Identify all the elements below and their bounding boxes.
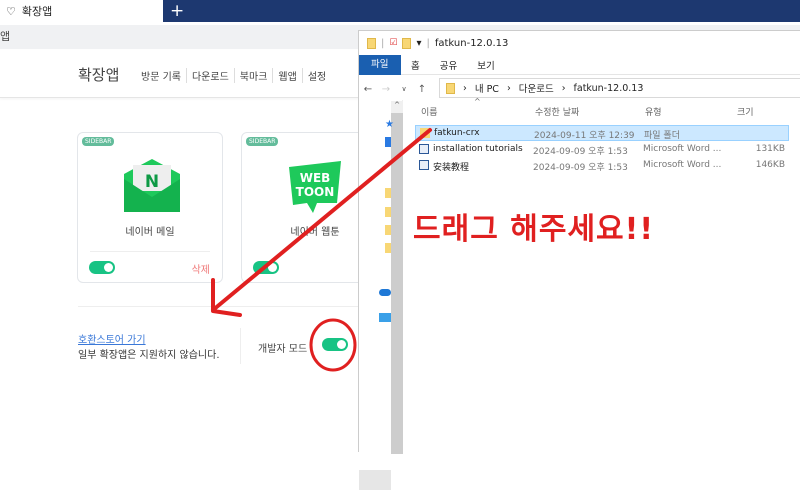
page-title: 확장앱 (78, 66, 120, 84)
file-date: 2024-09-11 오후 12:39 (534, 131, 635, 141)
file-name: fatkun-crx (434, 128, 480, 138)
tab-title: 확장앱 (21, 5, 53, 18)
breadcrumb[interactable]: › 내 PC › 다운로드 › fatkun-12.0.13 (439, 78, 800, 98)
nav-settings[interactable]: 설정 (301, 68, 331, 83)
file-date: 2024-09-09 오후 1:53 (533, 147, 628, 157)
extension-card: SIDEBAR WEB TOON 네이버 웹툰 (241, 132, 371, 283)
svg-text:WEB: WEB (300, 171, 331, 185)
folder-icon[interactable] (385, 243, 391, 253)
naver-webtoon-logo: WEB TOON (289, 161, 341, 213)
header-nav: 방문 기록 다운로드 북마크 웹앱 설정 (141, 68, 331, 83)
nav-webapps[interactable]: 웹앱 (272, 68, 301, 83)
ribbon-tab-home[interactable]: 홈 (401, 58, 430, 72)
ribbon-tabs: 파일 홈 공유 보기 (359, 54, 800, 75)
page-header: 확장앱 방문 기록 다운로드 북마크 웹앱 설정 (0, 50, 360, 98)
naver-mail-logo: N (124, 159, 180, 212)
folder-icon (446, 82, 455, 94)
forward-icon[interactable]: → (377, 84, 395, 95)
nav-history[interactable]: 방문 기록 (141, 68, 186, 83)
extension-card: SIDEBAR N 네이버 메일 삭제 (77, 132, 223, 283)
ribbon-tab-view[interactable]: 보기 (467, 58, 504, 72)
extension-icon: ♡ (6, 4, 16, 18)
column-date[interactable]: 수정한 날짜 (535, 105, 579, 118)
drag-instruction-annotation: 드래그 해주세요!! (413, 212, 655, 247)
file-date: 2024-09-09 오후 1:53 (533, 163, 628, 173)
word-doc-icon (419, 144, 429, 154)
quick-access-icon[interactable]: ★ (385, 119, 394, 130)
sidebar-badge: SIDEBAR (82, 137, 115, 146)
folder-icon (367, 37, 376, 49)
file-type: Microsoft Word ... (643, 144, 722, 154)
properties-icon[interactable]: ☑ (389, 38, 397, 48)
folder-icon[interactable] (385, 225, 391, 235)
file-row[interactable]: fatkun-crx 2024-09-11 오후 12:39 파일 폴더 (415, 125, 789, 141)
column-name[interactable]: 이름 (421, 105, 438, 118)
divider (90, 251, 210, 252)
new-tab-button[interactable]: + (170, 1, 184, 21)
extension-toggle[interactable] (253, 261, 279, 274)
svg-text:TOON: TOON (296, 185, 335, 199)
new-folder-icon[interactable] (402, 37, 412, 49)
back-icon[interactable]: ← (359, 84, 377, 95)
onedrive-icon[interactable] (379, 289, 391, 296)
support-note: 일부 확장앱은 지원하지 않습니다. (78, 350, 220, 361)
divider (78, 306, 360, 307)
recent-icon[interactable]: ∨ (395, 85, 413, 93)
word-doc-icon (419, 160, 429, 170)
crumb-folder[interactable]: fatkun-12.0.13 (574, 83, 644, 94)
file-row[interactable]: 安装教程 2024-09-09 오후 1:53 Microsoft Word .… (415, 158, 789, 174)
store-link[interactable]: 호환스토어 가기 (78, 331, 146, 346)
this-pc-icon[interactable] (379, 313, 391, 322)
column-type[interactable]: 유형 (645, 105, 662, 118)
scroll-up-icon[interactable]: ^ (391, 101, 403, 113)
file-size: 131KB (755, 144, 785, 154)
nav-downloads[interactable]: 다운로드 (185, 68, 234, 83)
file-type: 파일 폴더 (644, 131, 680, 141)
folder-icon (420, 128, 430, 138)
crumb-pc[interactable]: 내 PC (475, 81, 499, 95)
ribbon-tab-share[interactable]: 공유 (430, 58, 467, 72)
pane-gray-block (359, 470, 391, 490)
browser-tab[interactable]: ♡ 확장앱 (0, 0, 163, 22)
ribbon-tab-file[interactable]: 파일 (359, 54, 401, 75)
drag-arrowhead (211, 278, 242, 317)
dev-mode-toggle[interactable] (322, 338, 348, 351)
file-size: 146KB (755, 160, 785, 170)
file-name: 安装教程 (433, 163, 470, 173)
file-type: Microsoft Word ... (643, 160, 722, 170)
folder-icon[interactable] (385, 207, 391, 217)
window-title: fatkun-12.0.13 (434, 37, 509, 49)
crumb-downloads[interactable]: 다운로드 (519, 81, 554, 95)
sidebar-badge: SIDEBAR (246, 137, 279, 146)
extension-name: 네이버 메일 (125, 227, 175, 238)
file-row[interactable]: installation tutorials 2024-09-09 오후 1:5… (415, 142, 789, 158)
file-name: installation tutorials (433, 144, 523, 154)
up-icon[interactable]: ↑ (413, 84, 431, 95)
delete-button[interactable]: 삭제 (192, 261, 210, 276)
explorer-titlebar: | ☑ ▾ | fatkun-12.0.13 (359, 31, 800, 55)
navigation-row: ← → ∨ ↑ › 내 PC › 다운로드 › fatkun-12.0.13 (359, 78, 800, 100)
column-size[interactable]: 크기 (737, 105, 754, 118)
scrollbar[interactable] (391, 101, 403, 454)
sort-icon: ^ (474, 97, 481, 106)
extension-toggle[interactable] (89, 261, 115, 274)
nav-bookmarks[interactable]: 북마크 (233, 68, 273, 83)
dev-mode-label: 개발자 모드 (258, 344, 308, 355)
browser-tab-bar: ♡ 확장앱 + (0, 0, 800, 22)
desktop-icon[interactable] (385, 137, 391, 147)
divider (240, 328, 241, 364)
folder-icon[interactable] (385, 188, 391, 198)
svg-text:N: N (145, 172, 159, 192)
dropdown-icon[interactable]: ▾ (416, 38, 421, 49)
